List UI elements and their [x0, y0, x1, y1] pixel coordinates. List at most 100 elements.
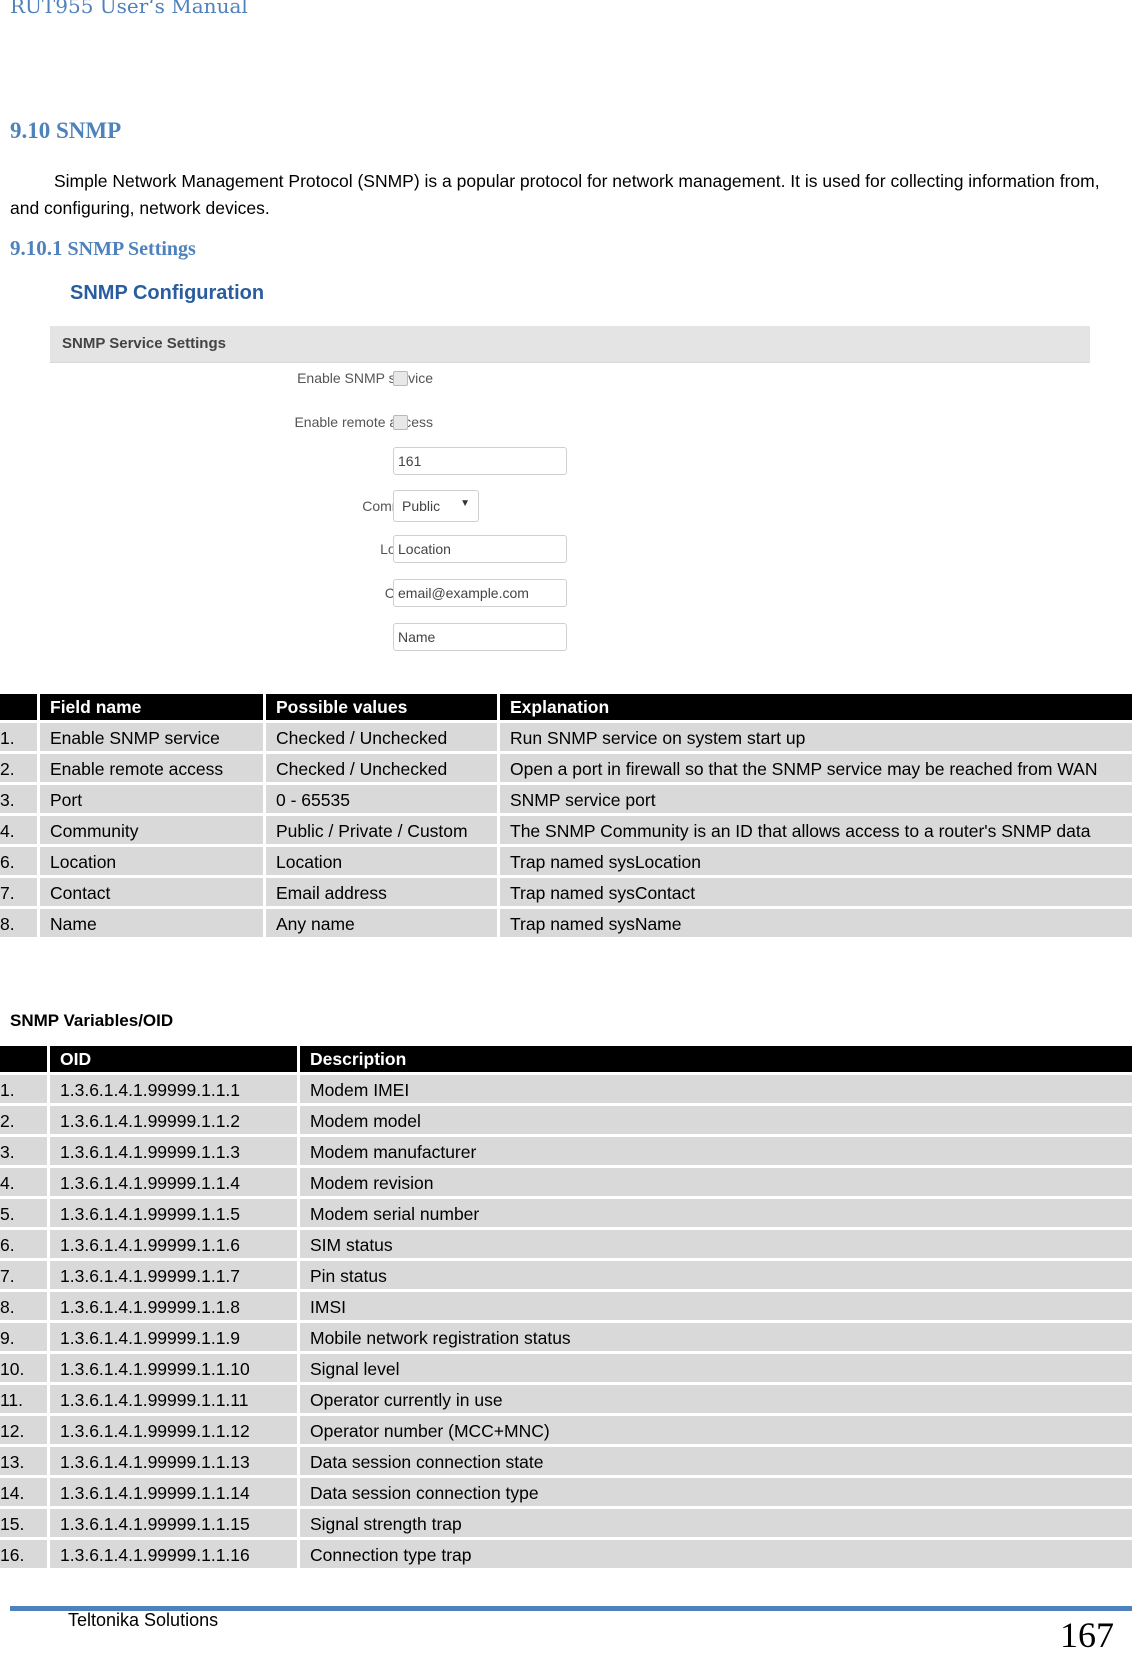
name-input[interactable]: Name: [393, 623, 567, 651]
table-row: 14. 1.3.6.1.4.1.99999.1.1.14 Data session …: [0, 1475, 1132, 1506]
community-selected-value: Public: [402, 498, 441, 514]
subsection-number: 9.10.1: [10, 236, 63, 260]
field-name-cell: Enable remote access: [40, 751, 266, 782]
row-index: 6.: [0, 844, 40, 875]
form-row-contact: Contact email@example.com: [50, 579, 1090, 613]
port-input[interactable]: 161: [393, 447, 567, 475]
possible-values-cell: Public / Private / Custom: [266, 813, 500, 844]
community-select[interactable]: Public ▼: [393, 490, 479, 522]
field-name-cell: Port: [40, 782, 266, 813]
footer-company: Teltonika Solutions: [68, 1610, 219, 1630]
form-row-enable-snmp: Enable SNMP service: [50, 362, 1090, 396]
table-row: 13. 1.3.6.1.4.1.99999.1.1.13 Data session …: [0, 1444, 1132, 1475]
possible-values-cell: Any name: [266, 906, 500, 937]
row-index: 8.: [0, 906, 40, 937]
row-index: 1.: [0, 1072, 50, 1103]
table-row: 1. 1.3.6.1.4.1.99999.1.1.1 Modem IMEI: [0, 1072, 1132, 1103]
fields-table: Field name Possible values Explanation 1…: [0, 694, 1132, 937]
row-index: 12.: [0, 1413, 50, 1444]
table-row: 2. 1.3.6.1.4.1.99999.1.1.2 Modem model: [0, 1103, 1132, 1134]
header-oid: OID: [50, 1046, 300, 1072]
possible-values-cell: Email address: [266, 875, 500, 906]
description-cell: Mobile network registration status: [300, 1320, 1132, 1351]
row-index: 1.: [0, 720, 40, 751]
description-cell: IMSI: [300, 1289, 1132, 1320]
table-row: 8. Name Any name Trap named sysName: [0, 906, 1132, 937]
oid-cell: 1.3.6.1.4.1.99999.1.1.6: [50, 1227, 300, 1258]
header-index: [0, 694, 40, 720]
row-index: 14.: [0, 1475, 50, 1506]
enable-remote-label: Enable remote access: [294, 414, 433, 430]
row-index: 9.: [0, 1320, 50, 1351]
subsection-heading: 9.10.1 SNMP Settings: [10, 236, 196, 261]
section-intro-paragraph: Simple Network Management Protocol (SNMP…: [10, 171, 1100, 218]
description-cell: Data session connection state: [300, 1444, 1132, 1475]
table-row: 3. 1.3.6.1.4.1.99999.1.1.3 Modem manufactu…: [0, 1134, 1132, 1165]
table-row: 6. 1.3.6.1.4.1.99999.1.1.6 SIM status: [0, 1227, 1132, 1258]
form-row-port: Port 161: [50, 447, 1090, 481]
explanation-cell: SNMP service port: [500, 782, 1132, 813]
oid-cell: 1.3.6.1.4.1.99999.1.1.3: [50, 1134, 300, 1165]
location-input[interactable]: Location: [393, 535, 567, 563]
header-description: Description: [300, 1046, 1132, 1072]
oid-table-header-row: OID Description: [0, 1046, 1132, 1072]
row-index: 15.: [0, 1506, 50, 1537]
row-index: 10.: [0, 1351, 50, 1382]
description-cell: SIM status: [300, 1227, 1132, 1258]
row-index: 7.: [0, 1258, 50, 1289]
table-row: 5. 1.3.6.1.4.1.99999.1.1.5 Modem serial nu…: [0, 1196, 1132, 1227]
header-possible-values: Possible values: [266, 694, 500, 720]
table-row: 2. Enable remote access Checked / Unchecke…: [0, 751, 1132, 782]
oid-cell: 1.3.6.1.4.1.99999.1.1.1: [50, 1072, 300, 1103]
row-index: 3.: [0, 782, 40, 813]
row-index: 3.: [0, 1134, 50, 1165]
table-row: 7. Contact Email address Trap named sysCont…: [0, 875, 1132, 906]
header-index: [0, 1046, 50, 1072]
oid-cell: 1.3.6.1.4.1.99999.1.1.5: [50, 1196, 300, 1227]
enable-remote-checkbox[interactable]: [393, 415, 408, 430]
table-row: 1. Enable SNMP service Checked / Unchecked…: [0, 720, 1132, 751]
document-header-title: RUT955 User‘s Manual: [10, 0, 248, 18]
possible-values-cell: Location: [266, 844, 500, 875]
table-row: 4. Community Public / Private / Custom The …: [0, 813, 1132, 844]
oid-cell: 1.3.6.1.4.1.99999.1.1.11: [50, 1382, 300, 1413]
description-cell: Modem manufacturer: [300, 1134, 1132, 1165]
table-row: 10. 1.3.6.1.4.1.99999.1.1.10 Signal level: [0, 1351, 1132, 1382]
enable-snmp-checkbox[interactable]: [393, 371, 408, 386]
section-number: 9.10: [10, 118, 51, 143]
table-row: 12. 1.3.6.1.4.1.99999.1.1.12 Operator numb…: [0, 1413, 1132, 1444]
row-index: 13.: [0, 1444, 50, 1475]
oid-cell: 1.3.6.1.4.1.99999.1.1.4: [50, 1165, 300, 1196]
table-row: 11. 1.3.6.1.4.1.99999.1.1.11 Operator curr…: [0, 1382, 1132, 1413]
ui-section-header: SNMP Service Settings: [50, 326, 1090, 363]
description-cell: Data session connection type: [300, 1475, 1132, 1506]
oid-cell: 1.3.6.1.4.1.99999.1.1.7: [50, 1258, 300, 1289]
ui-section-title: SNMP Service Settings: [62, 335, 226, 352]
form-row-location: Location Location: [50, 535, 1090, 569]
description-cell: Modem model: [300, 1103, 1132, 1134]
table-row: 9. 1.3.6.1.4.1.99999.1.1.9 Mobile network …: [0, 1320, 1132, 1351]
row-index: 4.: [0, 1165, 50, 1196]
subsection-title: SNMP Settings: [67, 238, 196, 260]
oid-cell: 1.3.6.1.4.1.99999.1.1.12: [50, 1413, 300, 1444]
oid-cell: 1.3.6.1.4.1.99999.1.1.15: [50, 1506, 300, 1537]
row-index: 2.: [0, 1103, 50, 1134]
row-index: 5.: [0, 1196, 50, 1227]
field-name-cell: Community: [40, 813, 266, 844]
row-index: 4.: [0, 813, 40, 844]
contact-input[interactable]: email@example.com: [393, 579, 567, 607]
description-cell: Pin status: [300, 1258, 1132, 1289]
row-index: 8.: [0, 1289, 50, 1320]
form-row-enable-remote: Enable remote access: [50, 406, 1090, 440]
table-row: 7. 1.3.6.1.4.1.99999.1.1.7 Pin status: [0, 1258, 1132, 1289]
description-cell: Modem IMEI: [300, 1072, 1132, 1103]
oid-cell: 1.3.6.1.4.1.99999.1.1.9: [50, 1320, 300, 1351]
explanation-cell: Open a port in firewall so that the SNMP…: [500, 751, 1132, 782]
field-name-cell: Name: [40, 906, 266, 937]
possible-values-cell: Checked / Unchecked: [266, 720, 500, 751]
fields-table-header-row: Field name Possible values Explanation: [0, 694, 1132, 720]
oid-cell: 1.3.6.1.4.1.99999.1.1.14: [50, 1475, 300, 1506]
field-name-cell: Enable SNMP service: [40, 720, 266, 751]
oid-cell: 1.3.6.1.4.1.99999.1.1.8: [50, 1289, 300, 1320]
description-cell: Modem serial number: [300, 1196, 1132, 1227]
